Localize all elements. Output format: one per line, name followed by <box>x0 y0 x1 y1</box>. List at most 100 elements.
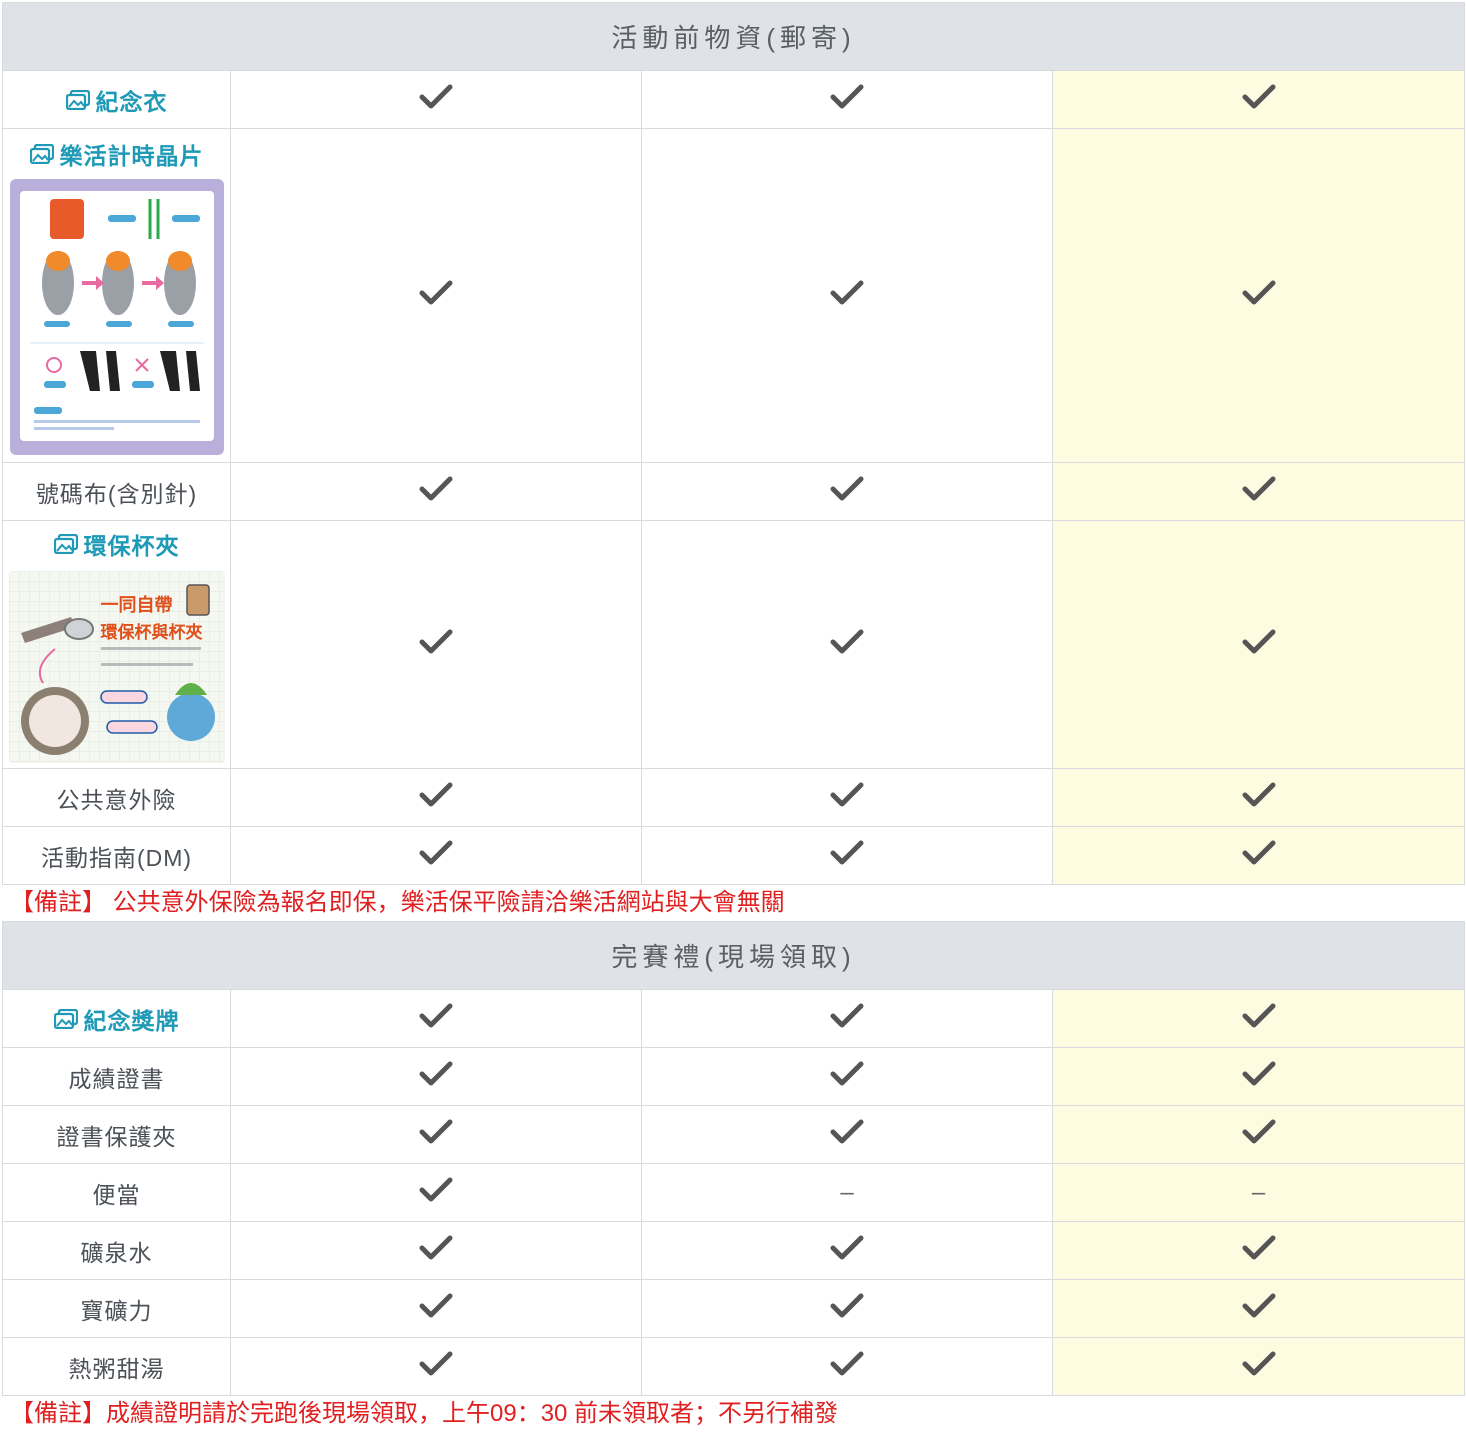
row-label-wrap: 號碼布(含別針) <box>36 475 197 509</box>
table-row: 成績證書 <box>2 1047 1466 1106</box>
row-label-wrap[interactable]: 環保杯夾 <box>53 527 180 561</box>
plan-cell <box>641 1337 1053 1396</box>
check-icon <box>419 476 453 501</box>
table-row: 活動指南(DM) <box>2 826 1466 885</box>
cup-clip-headline: 一同自帶 <box>100 594 173 615</box>
check-icon <box>419 782 453 807</box>
note-finish: 【備註】成績證明請於完跑後現場領取，上午09：30 前未領取者；不另行補發 <box>10 1400 839 1427</box>
plan-cell <box>641 1105 1053 1164</box>
row-header-cell: 便當 <box>2 1163 231 1222</box>
check-icon <box>419 84 453 109</box>
note-pre-event: 【備註】 公共意外保險為報名即保，樂活保平險請洽樂活網站與大會無關 <box>10 889 785 916</box>
plan-cell <box>1051 1221 1466 1280</box>
table-row: 熱粥甜湯 <box>2 1337 1466 1396</box>
row-header-cell: 公共意外險 <box>2 768 231 827</box>
row-label: 號碼布(含別針) <box>35 480 198 507</box>
plan-cell <box>641 70 1053 129</box>
chip-instructions-image[interactable] <box>9 178 224 455</box>
plan-cell <box>1051 70 1466 129</box>
row-label-wrap[interactable]: 紀念衣 <box>65 83 168 117</box>
row-label: 成績證書 <box>68 1065 165 1092</box>
check-icon <box>419 280 453 305</box>
check-icon <box>830 782 864 807</box>
row-header-cell: 礦泉水 <box>2 1221 231 1280</box>
check-icon <box>1242 1235 1275 1260</box>
comparison-table-finish: 完賽禮(現場領取) 紀念獎牌成績證書證書保護夾便當 – – 礦泉水寶礦力熱粥甜湯 <box>1 921 1466 1396</box>
check-icon <box>419 1351 453 1376</box>
plan-cell <box>641 462 1053 521</box>
section-header: 完賽禮(現場領取) <box>1 921 1466 990</box>
check-icon <box>419 1235 453 1260</box>
picture-icon <box>53 533 78 554</box>
check-icon <box>830 476 864 501</box>
check-icon <box>1242 1003 1275 1028</box>
check-icon <box>830 1293 864 1318</box>
plan-cell <box>230 1279 642 1338</box>
row-label[interactable]: 樂活計時晶片 <box>60 137 204 171</box>
check-icon <box>830 1235 864 1260</box>
check-icon <box>1242 476 1275 501</box>
plan-cell <box>1051 826 1466 885</box>
row-label-wrap: 便當 <box>93 1176 141 1210</box>
check-icon <box>1242 1351 1275 1376</box>
row-label-wrap: 寶礦力 <box>81 1292 153 1326</box>
table-row: 證書保護夾 <box>2 1105 1466 1164</box>
check-icon <box>1242 782 1275 807</box>
check-icon <box>1242 1293 1275 1318</box>
check-icon <box>1242 1119 1275 1144</box>
row-label-wrap: 成績證書 <box>69 1060 165 1094</box>
row-label-wrap: 證書保護夾 <box>57 1118 177 1152</box>
table-row: 號碼布(含別針) <box>2 462 1466 521</box>
check-icon <box>830 280 864 305</box>
check-icon <box>830 1061 864 1086</box>
plan-cell: – <box>641 1163 1053 1222</box>
comparison-page: 活動前物資(郵寄) 紀念衣樂活計時晶片號碼布(含別針) 環保杯夾一同自帶環保杯與杯夾… <box>1 2 1466 1432</box>
dash-icon: – <box>840 1178 854 1206</box>
row-header-cell: 寶礦力 <box>2 1279 231 1338</box>
plan-cell <box>1051 1105 1466 1164</box>
plan-cell <box>230 1105 642 1164</box>
plan-cell <box>230 1163 642 1222</box>
plan-cell <box>641 128 1053 463</box>
check-icon <box>830 840 864 865</box>
row-label: 證書保護夾 <box>56 1123 177 1150</box>
plan-cell <box>230 1337 642 1396</box>
plan-cell <box>230 1221 642 1280</box>
section-pre-event: 活動前物資(郵寄) 紀念衣樂活計時晶片號碼布(含別針) 環保杯夾一同自帶環保杯與杯夾… <box>1 2 1466 885</box>
check-icon <box>1242 629 1275 654</box>
row-label-wrap: 活動指南(DM) <box>41 839 192 873</box>
check-icon <box>419 1003 453 1028</box>
cup-clip-image[interactable]: 一同自帶環保杯與杯夾 <box>8 570 225 763</box>
plan-cell <box>641 520 1053 769</box>
check-icon <box>419 1119 453 1144</box>
plan-cell: – <box>1051 1163 1466 1222</box>
check-icon <box>419 1293 453 1318</box>
check-icon <box>419 1061 453 1086</box>
row-header-cell: 紀念獎牌 <box>2 989 231 1048</box>
table-row: 便當 – – <box>2 1163 1466 1222</box>
cup-clip-subline: 環保杯與杯夾 <box>100 622 203 642</box>
plan-cell <box>230 826 642 885</box>
check-icon <box>419 629 453 654</box>
row-header-cell: 紀念衣 <box>2 70 231 129</box>
check-icon <box>419 1177 453 1202</box>
picture-icon <box>65 89 90 110</box>
row-label[interactable]: 紀念衣 <box>96 83 168 117</box>
section-header: 活動前物資(郵寄) <box>1 2 1466 71</box>
row-label[interactable]: 環保杯夾 <box>84 527 180 561</box>
row-label[interactable]: 紀念獎牌 <box>84 1002 180 1036</box>
plan-cell <box>230 1047 642 1106</box>
table-row: 礦泉水 <box>2 1221 1466 1280</box>
check-icon <box>419 840 453 865</box>
plan-cell <box>641 826 1053 885</box>
plan-cell <box>230 70 642 129</box>
plan-cell <box>1051 1337 1466 1396</box>
section-finish-gifts: 完賽禮(現場領取) 紀念獎牌成績證書證書保護夾便當 – – 礦泉水寶礦力熱粥甜湯 <box>1 921 1466 1396</box>
check-icon <box>830 1351 864 1376</box>
row-label-wrap: 熱粥甜湯 <box>69 1350 165 1384</box>
row-label-wrap: 公共意外險 <box>57 781 177 815</box>
row-label-wrap[interactable]: 樂活計時晶片 <box>29 137 204 171</box>
row-label: 活動指南(DM) <box>40 844 193 871</box>
row-label: 寶礦力 <box>80 1297 153 1324</box>
row-label-wrap[interactable]: 紀念獎牌 <box>53 1002 180 1036</box>
